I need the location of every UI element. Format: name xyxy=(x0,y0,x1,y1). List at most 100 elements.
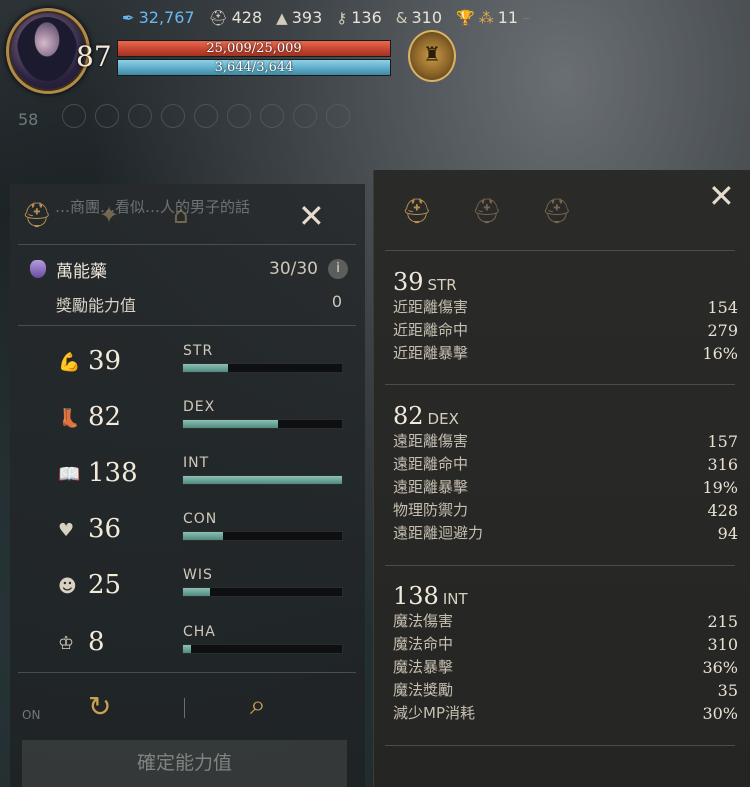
slot-icon xyxy=(161,104,185,128)
detail-row: 減少MP消耗 30% xyxy=(393,702,738,725)
mp-bar: 3,644/3,644 xyxy=(117,59,391,76)
detail-row: 魔法命中 310 xyxy=(393,633,738,656)
detail-value: 215 xyxy=(707,612,738,631)
right-tabs: ⛑ ⛑ ⛑ xyxy=(400,192,574,230)
bonus-value: 0 xyxy=(331,292,342,311)
wizard-hat-icon: ▲ xyxy=(276,8,288,27)
detail-label: 魔法暴擊 xyxy=(393,658,454,676)
detail-label: 遠距離命中 xyxy=(393,455,469,473)
detail-value: 310 xyxy=(707,635,738,654)
potion-icon xyxy=(30,260,46,278)
boot-icon: 👢 xyxy=(58,408,81,429)
attribute-wis[interactable]: ☻ 25 WIS xyxy=(58,567,348,610)
attribute-bar xyxy=(182,475,343,485)
int-section: 138 INT 魔法傷害 215 魔法命中 310 魔法暴擊 36% 魔法獎勵 35 減少… xyxy=(393,582,738,725)
helmet-gear-tab-icon[interactable]: ⛑ xyxy=(400,192,434,230)
section-value: 39 xyxy=(393,268,424,296)
attribute-name: DEX xyxy=(183,399,216,415)
detail-label: 遠距離暴擊 xyxy=(393,478,469,496)
elixir-count: 30/30 xyxy=(269,259,318,279)
slot-icon xyxy=(326,104,350,128)
attribute-name: CON xyxy=(183,511,218,527)
bonus-points-row: 獎勵能力值 0 xyxy=(56,292,342,316)
divider xyxy=(18,325,356,326)
section-value: 138 xyxy=(393,582,439,610)
attribute-bar-fill xyxy=(183,476,342,484)
attribute-value: 39 xyxy=(88,346,122,376)
resource-value: 11 xyxy=(497,8,519,27)
detail-value: 35 xyxy=(717,681,738,700)
attribute-con[interactable]: ♥ 36 CON xyxy=(58,511,348,554)
clan-emblem[interactable]: ♜ xyxy=(408,30,456,82)
auto-toggle-label[interactable]: ON xyxy=(22,708,40,722)
trophy-icon: 🏆 xyxy=(456,8,475,27)
slot-icon xyxy=(95,104,119,128)
reset-icon[interactable]: ↻ xyxy=(88,690,111,723)
info-icon[interactable]: i xyxy=(328,259,348,279)
background-quick-slots xyxy=(62,104,350,128)
helmet-shield-tab-icon[interactable]: ⛑ xyxy=(540,192,574,230)
divider-vertical xyxy=(184,698,185,718)
close-icon[interactable]: ✕ xyxy=(708,180,735,212)
detail-value: 30% xyxy=(702,704,738,723)
wand-icon: ⚷ xyxy=(336,8,348,27)
attribute-bar-fill xyxy=(183,420,279,428)
attribute-bar-fill xyxy=(183,532,223,540)
detail-label: 遠距離傷害 xyxy=(393,432,469,450)
attribute-value: 82 xyxy=(88,402,122,432)
section-name: INT xyxy=(442,590,468,608)
attribute-value: 8 xyxy=(88,627,105,657)
helmet-plus-tab-icon[interactable]: ⛑ xyxy=(470,192,504,230)
str-section: 39 STR 近距離傷害 154 近距離命中 279 近距離暴擊 16% xyxy=(393,268,738,365)
resource-trophy: 🏆 ⁂ 11– xyxy=(456,8,530,27)
confirm-stats-button[interactable]: 確定能力值 xyxy=(22,740,347,787)
helmet-tab-icon[interactable]: ⛑ xyxy=(20,196,54,234)
magnifier-icon[interactable]: ⌕ xyxy=(250,688,266,722)
elixir-label: 萬能藥 xyxy=(56,261,107,282)
attribute-bar xyxy=(182,531,343,541)
detail-row: 物理防禦力 428 xyxy=(393,499,738,522)
divider xyxy=(385,384,735,385)
crown-icon: ♔ xyxy=(58,633,75,654)
section-header: 82 DEX xyxy=(393,402,738,430)
resource-value: 428 xyxy=(231,8,263,27)
detail-label: 魔法命中 xyxy=(393,635,454,653)
attribute-name: STR xyxy=(183,343,214,359)
slot-icon xyxy=(62,104,86,128)
slot-icon xyxy=(128,104,152,128)
divider xyxy=(385,745,735,746)
resource-helmet: ⛑ 428 xyxy=(209,8,263,27)
attribute-name: INT xyxy=(183,455,210,471)
book-icon: 📖 xyxy=(58,464,81,485)
left-tabs: ⛑ ✦ ⌂ xyxy=(20,196,198,234)
attribute-name: WIS xyxy=(183,567,213,583)
star-tab-icon[interactable]: ✦ xyxy=(92,196,126,234)
detail-row: 遠距離傷害 157 xyxy=(393,430,738,453)
detail-row: 遠距離暴擊 19% xyxy=(393,476,738,499)
detail-value: 154 xyxy=(707,298,738,317)
slot-icon xyxy=(293,104,317,128)
detail-label: 遠距離迴避力 xyxy=(393,524,484,542)
attribute-bar xyxy=(182,363,343,373)
detail-row: 遠距離命中 316 xyxy=(393,453,738,476)
divider xyxy=(385,250,735,251)
attribute-cha[interactable]: ♔ 8 CHA xyxy=(58,624,348,667)
attribute-int[interactable]: 📖 138 INT xyxy=(58,455,348,498)
detail-label: 魔法獎勵 xyxy=(393,681,454,699)
resource-value: 32,767 xyxy=(138,8,195,27)
triangle-rank-icon: ⁂ xyxy=(478,8,494,27)
attribute-name: CHA xyxy=(183,624,216,640)
attribute-str[interactable]: 💪 39 STR xyxy=(58,343,348,386)
attribute-bar-fill xyxy=(183,645,191,653)
slot-icon xyxy=(227,104,251,128)
detail-value: 428 xyxy=(707,501,738,520)
resource-value: 393 xyxy=(291,8,323,27)
muscle-icon: 💪 xyxy=(58,352,81,373)
detail-row: 遠距離迴避力 94 xyxy=(393,522,738,545)
detail-value: 94 xyxy=(717,524,738,543)
attribute-dex[interactable]: 👢 82 DEX xyxy=(58,399,348,442)
detail-row: 近距離暴擊 16% xyxy=(393,342,738,365)
attribute-value: 36 xyxy=(88,514,122,544)
house-tab-icon[interactable]: ⌂ xyxy=(164,196,198,234)
close-icon[interactable]: ✕ xyxy=(298,200,325,232)
